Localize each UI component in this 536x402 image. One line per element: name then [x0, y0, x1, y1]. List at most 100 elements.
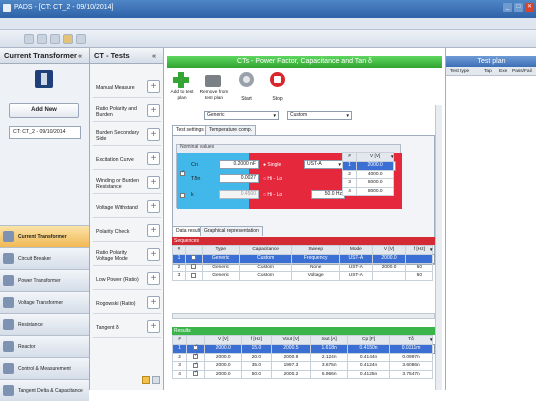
test-item[interactable]: Excitation Curve + — [93, 148, 161, 170]
stop-icon[interactable] — [270, 72, 285, 87]
add-test-icon[interactable]: + — [147, 200, 160, 213]
device-list-item[interactable]: CT: CT_2 - 09/10/2014 — [9, 126, 81, 139]
nav-voltage-transformer[interactable]: Voltage Transformer — [0, 291, 89, 313]
table-row[interactable]: 32000.035.01997.33.675n0.4124n3.6086n — [171, 361, 435, 371]
start-icon[interactable] — [239, 72, 254, 87]
test-plan-panel: Test plan Test type Tap Exe Pass/Fail — [445, 48, 536, 390]
test-plan-header: Test type Tap Exe Pass/Fail — [446, 67, 536, 76]
resistance-icon — [3, 319, 14, 330]
add-test-icon[interactable]: + — [147, 104, 160, 117]
save-icon[interactable] — [50, 34, 60, 44]
add-test-icon[interactable]: + — [147, 224, 160, 237]
nav-circuit-breaker[interactable]: Circuit Breaker — [0, 247, 89, 269]
tests-panel-title: CT - Tests « — [90, 48, 163, 64]
reactor-icon — [3, 341, 14, 352]
results-table: #V [V]f [Hz]Vout [V]Iout [A]Cp [F]Tδ 120… — [171, 335, 435, 379]
voltage-table: #V [V] 12000.0 24000.0 36000.0 48000.0 — [341, 152, 396, 196]
voltage-transformer-icon — [3, 297, 14, 308]
add-test-icon[interactable]: + — [147, 176, 160, 189]
power-transformer-icon — [3, 275, 14, 286]
print-icon[interactable] — [76, 34, 86, 44]
start-label: Start — [241, 96, 252, 102]
nav-power-transformer[interactable]: Power Transformer — [0, 269, 89, 291]
table-row[interactable]: 22000.020.02000.92.124n0.4144n0.0997n — [171, 352, 435, 362]
table-row[interactable]: 1 Generic Custom Frequency UST-A 2000.0 — [172, 253, 435, 264]
test-item[interactable]: Rogowski (Ratio) + — [93, 292, 161, 314]
add-test-icon[interactable]: + — [147, 320, 160, 333]
add-test-icon[interactable]: + — [147, 128, 160, 141]
test-item[interactable]: Voltage Withstand + — [93, 196, 161, 218]
cn-checkbox[interactable] — [180, 169, 185, 176]
type-select[interactable]: Generic — [204, 111, 279, 120]
minimize-icon[interactable]: _ — [503, 3, 512, 12]
tdn-input[interactable]: 0.0027 — [219, 174, 259, 183]
tangent-delta-icon — [3, 385, 14, 396]
new-icon[interactable] — [24, 34, 34, 44]
add-test-icon[interactable]: + — [147, 272, 160, 285]
nav-control-measurement[interactable]: Control & Measurement — [0, 357, 89, 379]
circuit-breaker-icon — [3, 253, 14, 264]
add-test-icon[interactable]: + — [147, 296, 160, 309]
test-item[interactable]: Winding or Burden Resistance + — [93, 172, 161, 194]
app-logo-icon — [3, 4, 11, 12]
radio-hi-lo-1[interactable]: ○ Hi - Lo — [263, 176, 282, 182]
test-item[interactable]: Ratio Polarity Voltage Mode + — [93, 244, 161, 266]
test-item[interactable]: Burden Secondary Side + — [93, 124, 161, 146]
radio-hi-lo-2[interactable]: ○ Hi - Lo — [263, 192, 282, 198]
main-scrollbar[interactable] — [435, 105, 442, 390]
nav-reactor[interactable]: Reactor — [0, 335, 89, 357]
frequency-input[interactable]: 50.0 Hz — [311, 190, 345, 199]
add-to-test-plan-icon[interactable] — [172, 72, 192, 88]
lock-icon[interactable] — [142, 376, 150, 384]
add-test-icon[interactable]: + — [147, 248, 160, 261]
table-row[interactable]: 42000.050.02000.25.966n0.4125n3.7547n — [171, 369, 435, 379]
test-item[interactable]: Polarity Check + — [93, 220, 161, 242]
test-item[interactable]: Manual Measure + — [93, 76, 161, 98]
tab-temperature-comp[interactable]: Temperature comp. — [205, 125, 257, 135]
k-input[interactable]: 0.4500 — [219, 190, 259, 199]
k-checkbox[interactable] — [180, 193, 185, 198]
close-icon[interactable]: ✕ — [525, 3, 534, 12]
capacitance-select[interactable]: Custom — [287, 111, 352, 120]
table-row[interactable]: 12000.015.02000.51.618n0.4150n0.0111m — [171, 343, 435, 354]
sequences-table: # Type Capacitance Sweep Mode V [V] f [Hz] 1 Ge… — [172, 245, 435, 281]
title-bar: PADS - [CT: CT_2 - 09/10/2014] _ □ ✕ — [0, 0, 536, 18]
maximize-icon[interactable]: □ — [514, 3, 523, 12]
tab-test-settings[interactable]: Test settings — [172, 125, 208, 135]
mode-select[interactable]: UST-A — [304, 160, 344, 169]
table-row[interactable]: 1 2000.0 — [341, 160, 396, 171]
nav-resistance[interactable]: Resistance — [0, 313, 89, 335]
remove-from-test-plan-icon[interactable] — [205, 75, 221, 87]
test-item[interactable]: Ratio Polarity and Burden + — [93, 100, 161, 122]
add-new-button[interactable]: Add New — [9, 103, 79, 118]
open-icon[interactable] — [37, 34, 47, 44]
table-row[interactable]: 3 6000.0 — [341, 178, 396, 188]
cn-input[interactable]: 0.2000 nF — [219, 160, 259, 169]
add-test-icon[interactable]: + — [147, 80, 160, 93]
k-label: k — [191, 192, 194, 198]
test-item[interactable]: Low Power (Ratio) + — [93, 268, 161, 290]
sequences-title: Sequences — [172, 237, 435, 245]
refresh-icon[interactable] — [152, 376, 160, 384]
radio-single[interactable]: ● Single — [263, 162, 281, 168]
ct-device-icon — [35, 70, 53, 88]
tdn-label: Tδn — [191, 176, 201, 182]
table-row[interactable]: 4 8000.0 — [341, 186, 396, 196]
remove-label: Remove from test plan — [199, 90, 229, 101]
table-row[interactable]: 2 Generic Custom None UST-A 2000.0 50 — [172, 262, 435, 272]
nav-current-transformer[interactable]: Current Transformer — [0, 225, 89, 247]
menu-bar — [0, 18, 536, 30]
tab-graphical-representation[interactable]: Graphical representation — [200, 226, 263, 236]
add-to-test-plan-label: Add to test plan — [170, 90, 194, 101]
nominal-values-title: Nominal values — [180, 144, 215, 150]
sequences-scrollbar[interactable] — [172, 313, 435, 319]
test-plan-title: Test plan — [446, 56, 536, 67]
nav-tangent-delta[interactable]: Tangent Delta & Capacitance — [0, 379, 89, 401]
stop-label: Stop — [272, 96, 283, 102]
export-icon[interactable] — [63, 34, 73, 44]
table-row[interactable]: 3 Generic Custom Voltage UST-A 50 — [172, 271, 435, 281]
test-item[interactable]: Tangent δ + — [93, 316, 161, 338]
table-row[interactable]: 2 4000.0 — [341, 169, 396, 179]
device-panel: Current Transformer « Add New CT: CT_2 - … — [0, 48, 90, 401]
add-test-icon[interactable]: + — [147, 152, 160, 165]
